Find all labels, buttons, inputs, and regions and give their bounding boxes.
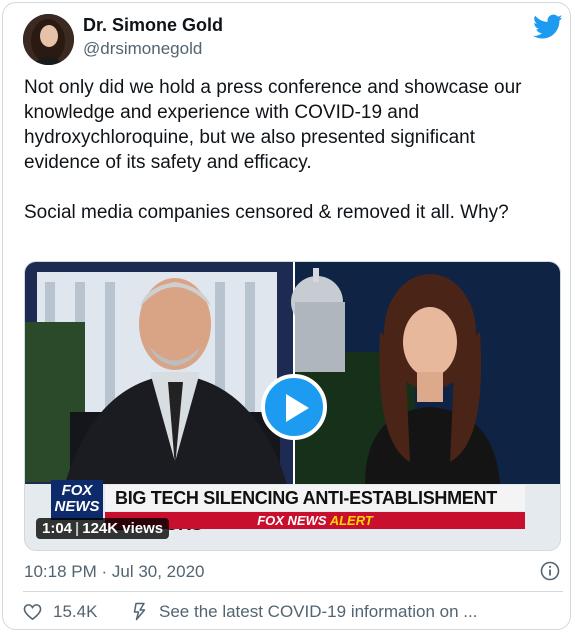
like-count[interactable]: 15.4K: [53, 602, 97, 622]
fox-logo-line2: NEWS: [54, 498, 100, 515]
play-button[interactable]: [261, 374, 327, 440]
alert-word: ALERT: [329, 513, 373, 528]
author-name[interactable]: Dr. Simone Gold: [83, 15, 223, 36]
fox-logo-line1: FOX: [61, 482, 93, 499]
alert-brand: FOX NEWS: [257, 513, 327, 528]
badge-separator: |: [75, 520, 80, 537]
fox-news-logo: FOX NEWS: [51, 480, 103, 520]
twitter-bird-icon[interactable]: [533, 14, 563, 40]
info-flag-icon: [133, 602, 146, 621]
heart-icon[interactable]: [23, 603, 42, 621]
video-player[interactable]: FOX NEWS BIG TECH SILENCING ANTI-ESTABLI…: [24, 261, 561, 551]
author-handle[interactable]: @drsimonegold: [83, 39, 202, 59]
news-chyron: BIG TECH SILENCING ANTI-ESTABLISHMENT DO…: [105, 485, 525, 534]
info-icon[interactable]: [540, 561, 560, 581]
tweet-text: Not only did we hold a press conference …: [24, 77, 522, 223]
play-icon: [286, 394, 309, 422]
tweet-timestamp[interactable]: 10:18 PM · Jul 30, 2020: [24, 562, 205, 582]
video-stats-badge: 1:04 | 124K views: [36, 518, 170, 539]
tweet-card: Dr. Simone Gold @drsimonegold Not only d…: [2, 2, 571, 630]
video-views: 124K views: [82, 520, 164, 537]
video-duration: 1:04: [42, 520, 73, 537]
covid-info-link[interactable]: See the latest COVID-19 information on .…: [159, 602, 477, 622]
avatar[interactable]: [23, 14, 74, 65]
footer-divider: [23, 591, 563, 592]
